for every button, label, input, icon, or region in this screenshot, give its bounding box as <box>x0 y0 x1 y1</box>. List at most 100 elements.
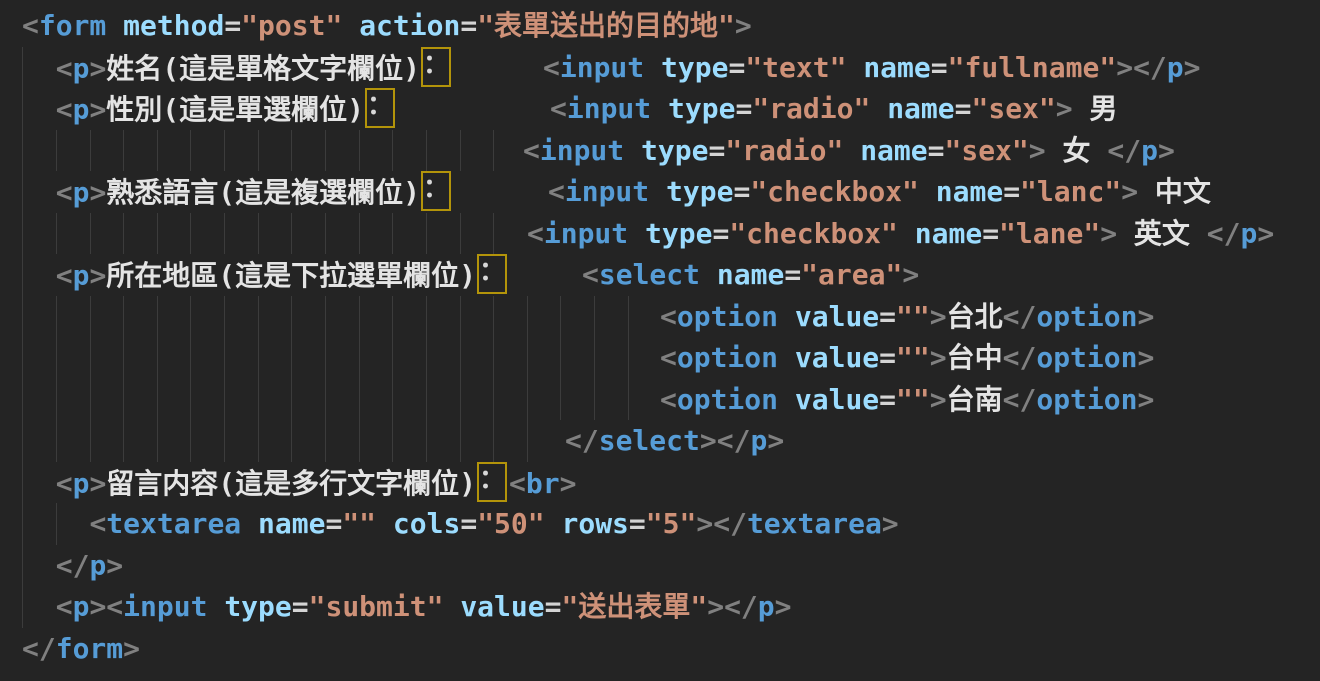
code-token: = <box>735 92 752 125</box>
code-token: name <box>863 51 930 84</box>
code-token <box>778 300 795 333</box>
code-token: value <box>795 300 879 333</box>
code-token: > <box>1116 51 1133 84</box>
code-token: </ <box>724 590 758 623</box>
code-token: = <box>879 300 896 333</box>
code-token: > <box>89 93 106 126</box>
code-line-content: <p>留言内容(這是多行文字欄位)：<br> <box>22 467 576 500</box>
code-line[interactable]: </form> <box>0 628 1320 670</box>
code-token: </ <box>1003 300 1037 333</box>
code-token <box>443 590 460 623</box>
indent-guide <box>291 337 292 379</box>
code-token: > <box>735 9 752 42</box>
code-line[interactable]: <input type="radio" name="sex"> 女 </p> <box>0 130 1320 172</box>
indent-guide <box>527 337 528 379</box>
code-line[interactable]: </select></p> <box>0 420 1320 462</box>
code-line[interactable]: <p><input type="submit" value="送出表單"></p… <box>0 586 1320 628</box>
code-token: < <box>56 590 73 623</box>
code-line[interactable]: <option value="">台中</option> <box>0 337 1320 379</box>
indent-guide <box>291 213 292 255</box>
code-token: p <box>73 590 90 623</box>
code-token: type <box>641 134 708 167</box>
code-token <box>644 51 661 84</box>
indent-guide <box>190 420 191 462</box>
code-line-aligned-content: </select></p> <box>565 420 784 462</box>
indent-guide <box>22 88 23 130</box>
code-token: p <box>73 93 90 126</box>
indent-guide <box>325 213 326 255</box>
indent-guide <box>594 296 595 338</box>
code-token: name <box>860 134 927 167</box>
code-token: = <box>712 217 729 250</box>
code-line[interactable]: <p>姓名(這是單格文字欄位)：<input type="text" name=… <box>0 47 1320 89</box>
code-token <box>545 507 562 540</box>
code-token: > <box>106 549 123 582</box>
code-line[interactable]: <p>留言内容(這是多行文字欄位)：<br> <box>0 462 1320 504</box>
code-token: > <box>767 424 784 457</box>
code-token: name <box>717 258 784 291</box>
indent-guide <box>56 130 57 172</box>
code-token: 台中 <box>947 341 1003 374</box>
indent-guide <box>22 462 23 504</box>
code-line[interactable]: <p>熟悉語言(這是複選欄位)：<input type="checkbox" n… <box>0 171 1320 213</box>
code-token: type <box>668 92 735 125</box>
code-line[interactable]: <p>所在地區(這是下拉選單欄位)：<select name="area"> <box>0 254 1320 296</box>
unicode-highlight-box: ： <box>477 462 507 502</box>
code-token: type <box>645 217 712 250</box>
code-token: option <box>677 341 778 374</box>
indent-guide <box>90 420 91 462</box>
code-token: "sex" <box>944 134 1028 167</box>
code-token: < <box>22 9 39 42</box>
code-token: action <box>359 9 460 42</box>
indent-guide <box>359 130 360 172</box>
indent-guide <box>123 213 124 255</box>
code-line-content: <p><input type="submit" value="送出表單"></p… <box>22 590 792 623</box>
indent-guide <box>426 296 427 338</box>
code-token <box>778 383 795 416</box>
code-editor[interactable]: <form method="post" action="表單送出的目的地"> <… <box>0 0 1320 681</box>
code-line-aligned-content: <input type="checkbox" name="lanc"> 中文 <box>548 171 1211 213</box>
indent-guide <box>190 213 191 255</box>
code-token: > <box>1100 217 1117 250</box>
indent-guide <box>123 296 124 338</box>
code-token: = <box>545 590 562 623</box>
code-token: name <box>258 507 325 540</box>
code-token: 姓名(這是單格文字欄位) <box>106 52 420 85</box>
code-token: "表單送出的目的地" <box>477 9 735 42</box>
code-line[interactable]: <textarea name="" cols="50" rows="5"></t… <box>0 503 1320 545</box>
code-line[interactable]: </p> <box>0 545 1320 587</box>
code-line[interactable]: <form method="post" action="表單送出的目的地"> <box>0 5 1320 47</box>
code-token: 性別(這是單選欄位) <box>106 93 364 126</box>
indent-guide <box>291 296 292 338</box>
code-token: option <box>677 300 778 333</box>
code-line[interactable]: <option value="">台北</option> <box>0 296 1320 338</box>
code-token: select <box>599 258 700 291</box>
code-token: > <box>1184 51 1201 84</box>
code-token <box>22 467 56 500</box>
code-token: form <box>39 9 106 42</box>
code-line-content: <textarea name="" cols="50" rows="5"></t… <box>22 507 899 540</box>
code-token: form <box>56 632 123 665</box>
code-token: "" <box>896 383 930 416</box>
code-line[interactable]: <p>性別(這是單選欄位)：<input type="radio" name="… <box>0 88 1320 130</box>
code-token: = <box>629 507 646 540</box>
code-token: input <box>123 590 207 623</box>
code-token: cols <box>393 507 460 540</box>
code-line-content: <p>姓名(這是單格文字欄位)： <box>22 52 453 85</box>
indent-guide <box>426 379 427 421</box>
indent-guide <box>224 379 225 421</box>
code-token <box>846 51 863 84</box>
code-token: </ <box>1107 134 1141 167</box>
indent-guide <box>392 420 393 462</box>
code-token: p <box>89 549 106 582</box>
indent-guide <box>258 420 259 462</box>
indent-guide <box>157 337 158 379</box>
code-token: > <box>89 590 106 623</box>
code-token: "area" <box>801 258 902 291</box>
code-line[interactable]: <input type="checkbox" name="lane"> 英文 <… <box>0 213 1320 255</box>
code-token: "fullname" <box>948 51 1117 84</box>
code-token: "" <box>896 300 930 333</box>
indent-guide <box>123 379 124 421</box>
code-token: "checkbox" <box>750 175 919 208</box>
code-line[interactable]: <option value="">台南</option> <box>0 379 1320 421</box>
